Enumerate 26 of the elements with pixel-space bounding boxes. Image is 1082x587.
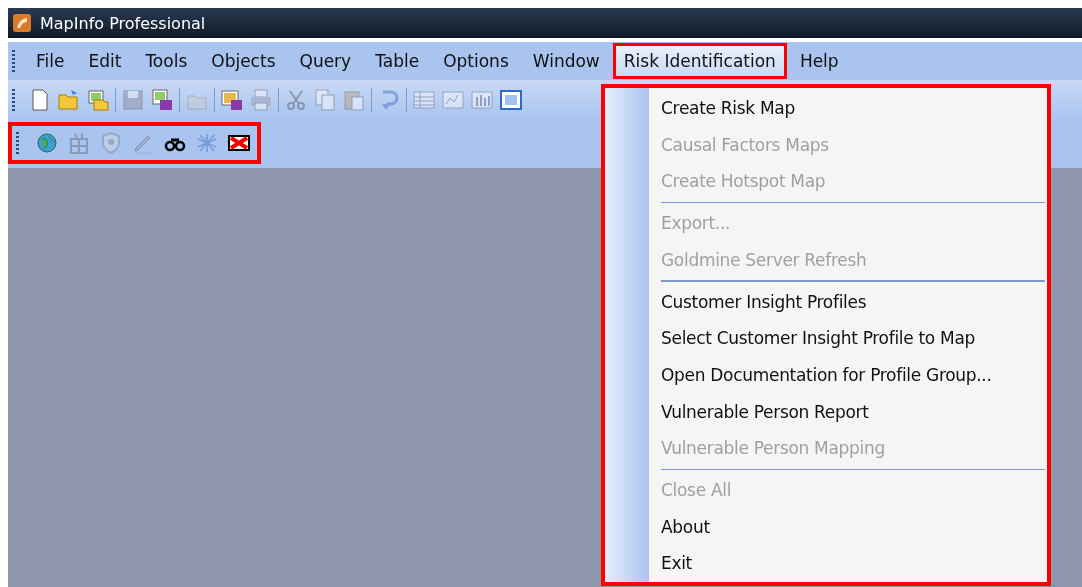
menu-item[interactable]: Table: [364, 43, 431, 79]
menu-item[interactable]: Open Documentation for Profile Group...: [649, 357, 1047, 394]
menu-item[interactable]: Risk Identification: [612, 43, 787, 79]
grip-handle[interactable]: [12, 89, 15, 111]
menu-item[interactable]: Customer Insight Profiles: [649, 283, 1047, 321]
menu-item[interactable]: Window: [521, 43, 611, 79]
globe-icon[interactable]: [35, 131, 59, 155]
folder-icon[interactable]: [86, 88, 110, 112]
window-icon[interactable]: [499, 88, 523, 112]
menu-item[interactable]: Create Risk Map: [649, 90, 1047, 127]
menu-item[interactable]: Edit: [77, 43, 133, 79]
app-icon: [12, 13, 32, 33]
menu-item[interactable]: File: [25, 43, 76, 79]
grip-handle[interactable]: [16, 132, 19, 154]
window-title: MapInfo Professional: [40, 13, 206, 33]
menu-item[interactable]: Vulnerable Person Report: [649, 393, 1047, 431]
grip-handle[interactable]: [12, 50, 15, 72]
folder-icon[interactable]: [57, 88, 81, 112]
menu-item[interactable]: Exit: [649, 545, 1047, 582]
menu-item[interactable]: Objects: [200, 43, 287, 79]
menu-item[interactable]: Tools: [134, 43, 199, 79]
menu-item[interactable]: Select Customer Insight Profile to Map: [649, 320, 1047, 357]
menu-item[interactable]: Options: [432, 43, 520, 79]
menu-item[interactable]: Query: [288, 43, 363, 79]
menu-item[interactable]: About: [649, 508, 1047, 546]
menu-item[interactable]: Help: [788, 43, 850, 79]
